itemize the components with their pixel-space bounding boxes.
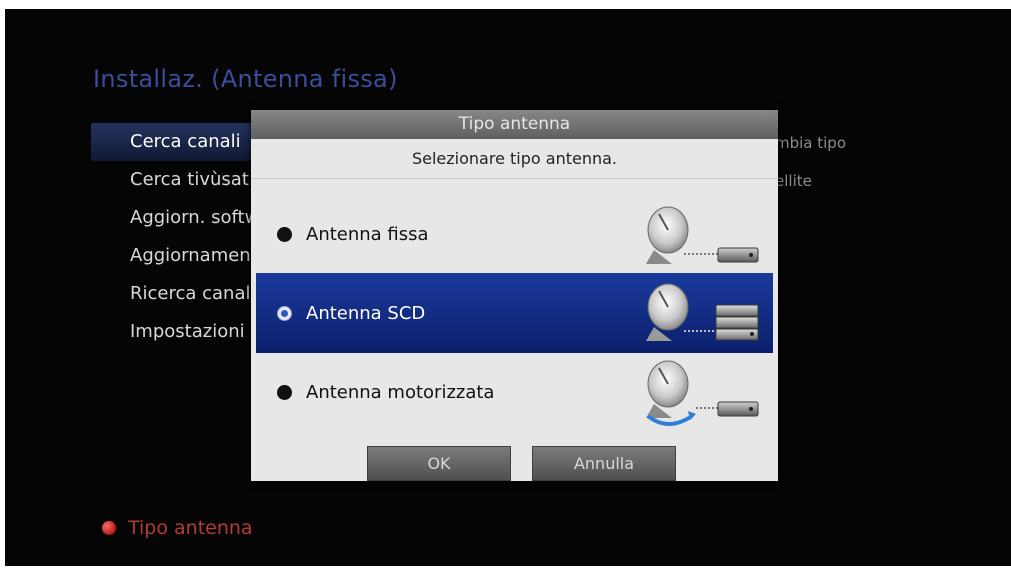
side-note-satellite: ellite (775, 172, 812, 190)
radio-icon (277, 226, 292, 242)
installation-menu: Cerca canali Cerca tivùsat Aggiorn. soft… (91, 123, 288, 351)
page-title: Installaz. (Antenna fissa) (93, 65, 398, 93)
footer-hint[interactable]: Tipo antenna (102, 517, 253, 539)
satellite-dish-stacked-receivers-icon (646, 283, 759, 341)
antenna-type-dialog: Tipo antenna Selezionare tipo antenna. A… (251, 110, 778, 481)
option-antenna-fissa[interactable]: Antenna fissa (251, 194, 778, 274)
menu-item-ricerca-canali[interactable]: Ricerca canali (91, 275, 271, 313)
radio-selected-icon (277, 305, 292, 321)
satellite-dish-motorized-icon (646, 360, 759, 426)
satellite-dish-single-receiver-icon (646, 206, 759, 264)
dialog-message: Selezionare tipo antenna. (251, 139, 778, 179)
menu-item-impostazioni[interactable]: Impostazioni (91, 313, 271, 351)
option-antenna-motorizzata[interactable]: Antenna motorizzata (251, 352, 778, 432)
tv-screen: Installaz. (Antenna fissa) Cerca canali … (5, 9, 1011, 566)
dialog-title: Tipo antenna (251, 110, 778, 139)
menu-item-cerca-canali[interactable]: Cerca canali (91, 123, 271, 161)
cancel-button[interactable]: Annulla (532, 446, 676, 481)
option-antenna-scd[interactable]: Antenna SCD (256, 273, 773, 353)
radio-icon (277, 384, 292, 400)
side-note-change-type: mbia tipo (775, 134, 847, 152)
menu-item-aggiornamento[interactable]: Aggiornamento (91, 237, 271, 275)
menu-item-aggiorn-software[interactable]: Aggiorn. software (91, 199, 288, 237)
menu-item-cerca-tivusat[interactable]: Cerca tivùsat (91, 161, 271, 199)
footer-hint-label: Tipo antenna (128, 517, 253, 539)
red-button-icon (102, 521, 116, 535)
ok-button[interactable]: OK (367, 446, 511, 481)
